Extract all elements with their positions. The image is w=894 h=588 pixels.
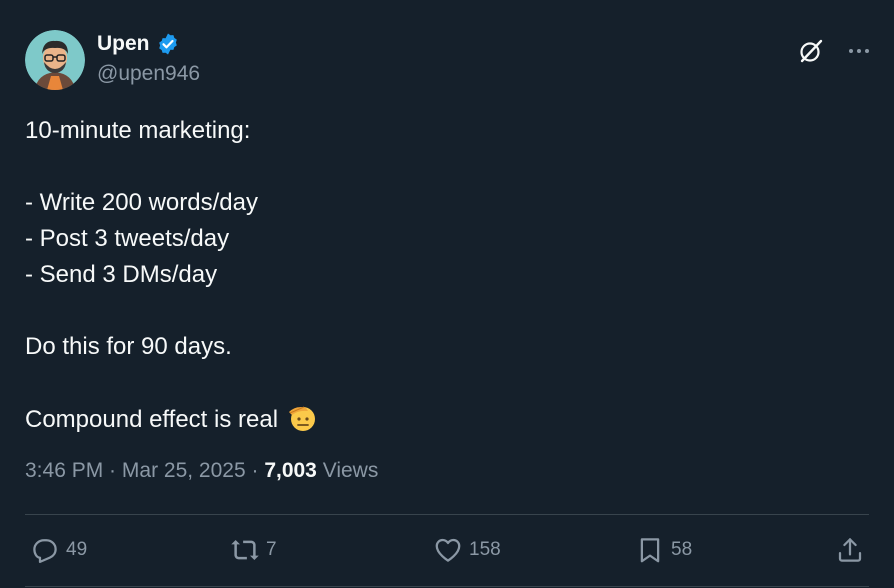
bookmark-icon <box>640 538 660 563</box>
repost-button[interactable]: 7 <box>230 530 277 570</box>
repost-icon <box>231 540 259 560</box>
tweet-line-last: Compound effect is real <box>25 401 865 437</box>
avatar[interactable] <box>25 30 85 90</box>
reply-icon <box>33 539 57 563</box>
bookmark-button[interactable]: 58 <box>635 530 692 570</box>
saluting-face-emoji-icon <box>286 401 318 433</box>
tweet-card: Upen @upen946 10-minute marketing: - Wri… <box>0 0 894 588</box>
tweet-line <box>25 149 865 185</box>
reply-count: 49 <box>66 539 88 560</box>
tweet-time[interactable]: 3:46 PM <box>25 459 103 483</box>
tweet-line <box>25 365 865 401</box>
tweet-line-text: Compound effect is real <box>25 406 279 433</box>
display-name[interactable]: Upen <box>97 32 150 56</box>
heart-icon <box>435 538 461 562</box>
meta-separator: · <box>245 459 265 482</box>
tweet-line: - Post 3 tweets/day <box>25 225 230 252</box>
avatar-image <box>25 30 85 90</box>
tweet-line: Do this for 90 days. <box>25 333 232 360</box>
tweet-meta: 3:46 PM · Mar 25, 2025 · 7,003 Views <box>25 459 378 483</box>
like-count: 158 <box>469 539 501 560</box>
author-handle[interactable]: @upen946 <box>97 62 200 86</box>
more-options-icon[interactable] <box>846 38 872 64</box>
tweet-line: - Send 3 DMs/day <box>25 261 218 288</box>
meta-separator: · <box>103 459 122 482</box>
bookmark-count: 58 <box>671 539 693 560</box>
repost-count: 7 <box>266 539 277 560</box>
tweet-text: 10-minute marketing: - Write 200 words/d… <box>25 113 865 437</box>
divider <box>25 586 869 587</box>
divider <box>25 514 869 515</box>
tweet-header-actions <box>798 38 872 64</box>
tweet-line: 10-minute marketing: <box>25 117 251 144</box>
tweet-date[interactable]: Mar 25, 2025 <box>122 459 246 483</box>
reply-button[interactable]: 49 <box>30 530 87 570</box>
tweet-line <box>25 293 865 329</box>
verified-badge-icon[interactable] <box>156 32 180 56</box>
author-name-row: Upen <box>97 31 180 57</box>
tweet-line: - Write 200 words/day <box>25 189 258 216</box>
like-button[interactable]: 158 <box>433 530 501 570</box>
share-icon <box>838 538 862 562</box>
grok-icon[interactable] <box>798 38 824 64</box>
tweet-action-bar: 49 7 158 58 <box>25 530 869 570</box>
views-label: Views <box>316 459 379 482</box>
share-button[interactable] <box>835 530 871 570</box>
views-count[interactable]: 7,003 <box>264 459 317 483</box>
